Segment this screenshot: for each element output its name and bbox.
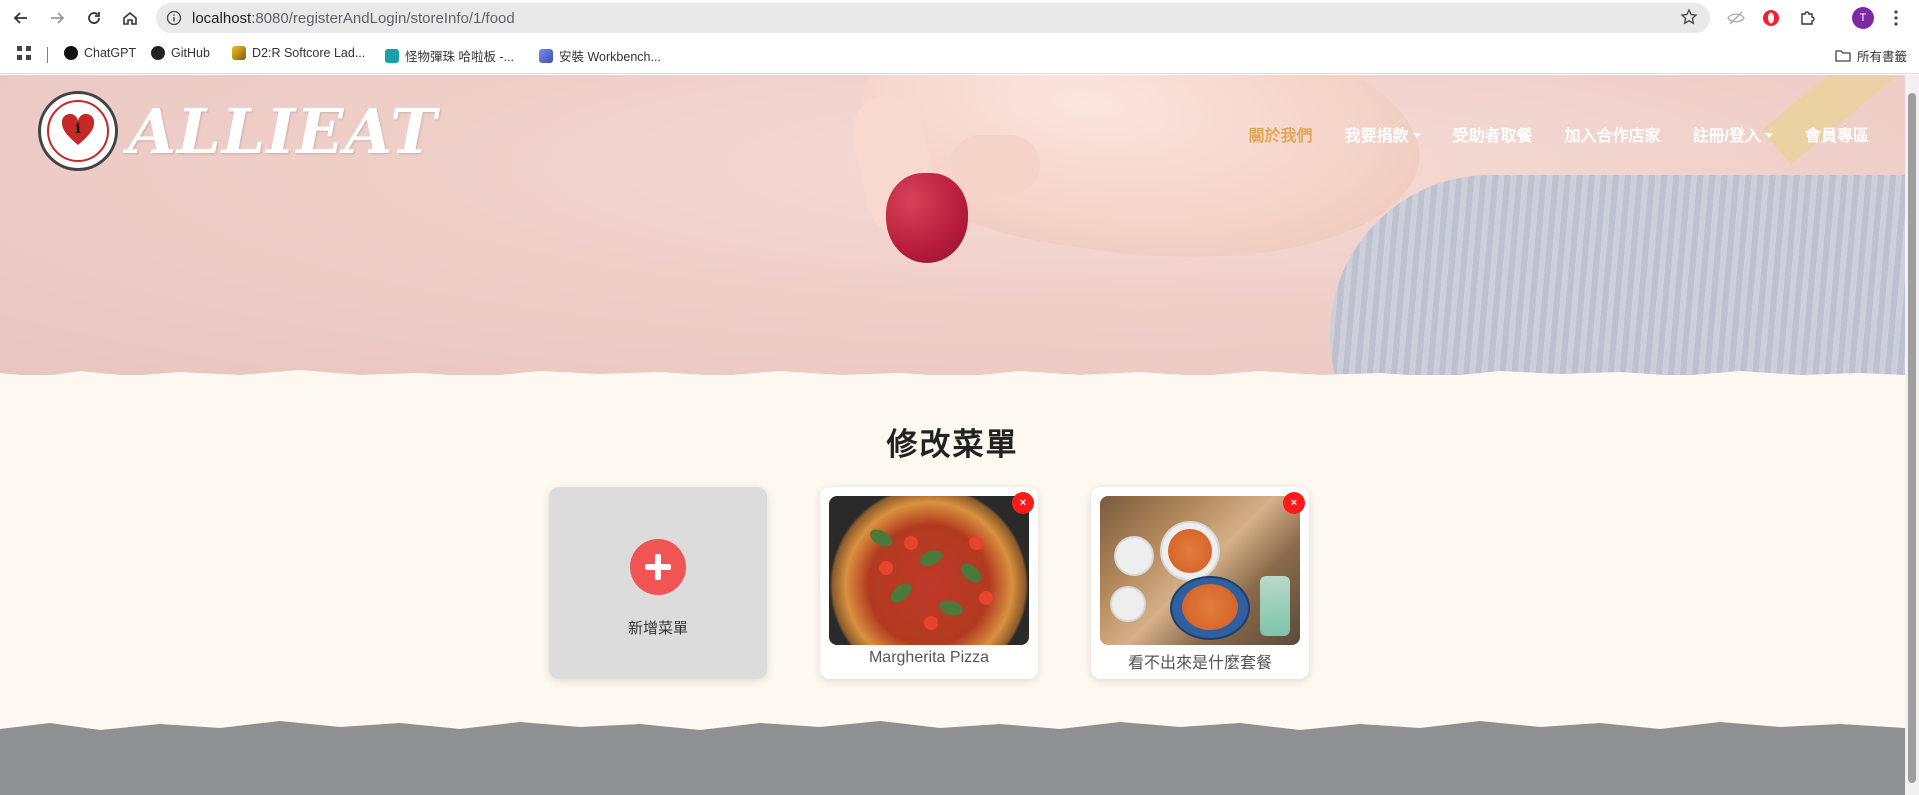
caret-down-icon — [1764, 132, 1773, 138]
page-scrollbar[interactable] — [1905, 75, 1919, 795]
browser-toolbar: localhost:8080/registerAndLogin/storeInf… — [0, 0, 1919, 36]
monster-strike-icon — [385, 48, 399, 63]
add-plus-icon[interactable] — [630, 539, 686, 595]
bookmark-label: GitHub — [171, 46, 210, 60]
main-nav: 關於我們 我要捐款 受助者取餐 加入合作店家 註冊/登入 會員專區 — [1232, 122, 1885, 146]
home-icon[interactable] — [119, 7, 141, 29]
bookmarks-bar: ChatGPT GitHub D2:R Softcore Lad... 怪物彈珠… — [0, 36, 1919, 74]
nav-label: 我要捐款 — [1344, 128, 1409, 145]
eye-off-icon[interactable] — [1725, 7, 1747, 29]
extensions-puzzle-icon[interactable] — [1797, 7, 1819, 29]
menu-item-card[interactable]: × Margherita Pizza — [820, 487, 1038, 679]
bookmark-monster-strike[interactable]: 怪物彈珠 哈啦板 -... — [385, 46, 514, 65]
url-path: :8080/registerAndLogin/storeInfo/1/food — [251, 10, 515, 27]
page-title: 修改菜單 — [886, 427, 1019, 462]
profile-avatar[interactable]: T — [1852, 7, 1874, 29]
all-bookmarks-label: 所有書籤 — [1857, 50, 1908, 64]
bookmark-star-icon[interactable] — [1680, 8, 1698, 31]
nav-label: 加入合作店家 — [1564, 128, 1661, 145]
menu-item-name: 看不出來是什麼套餐 — [1127, 655, 1272, 672]
nav-label: 註冊/登入 — [1692, 128, 1761, 145]
pizza-image — [829, 496, 1029, 645]
bookmark-chatgpt[interactable]: ChatGPT — [64, 46, 136, 60]
back-icon[interactable] — [10, 7, 32, 29]
profile-initial: T — [1852, 7, 1874, 29]
forward-icon[interactable] — [46, 7, 68, 29]
page-viewport: i ALLIEAT 關於我們 我要捐款 受助者取餐 加入合作店家 註冊/登入 會… — [0, 75, 1905, 795]
logo-badge-icon: i — [38, 91, 118, 171]
meal-set-image — [1100, 496, 1300, 645]
nav-about[interactable]: 關於我們 — [1232, 122, 1328, 146]
apps-grid-icon[interactable] — [17, 46, 31, 60]
hero-gold-shape — [1761, 75, 1899, 165]
nav-member-area[interactable]: 會員專區 — [1789, 122, 1885, 146]
opera-icon[interactable] — [1760, 7, 1782, 29]
github-icon — [151, 46, 165, 60]
caret-down-icon — [1412, 132, 1421, 138]
menu-dots-icon[interactable] — [1885, 7, 1907, 29]
menu-item-name: Margherita Pizza — [868, 649, 990, 666]
bookmark-workbench[interactable]: 安裝 Workbench... — [539, 46, 661, 65]
nav-recipient-pickup[interactable]: 受助者取餐 — [1437, 122, 1549, 146]
folder-icon — [1835, 50, 1851, 62]
d2r-icon — [232, 46, 246, 60]
add-menu-label: 新增菜單 — [627, 620, 688, 637]
nav-register-login[interactable]: 註冊/登入 — [1677, 122, 1789, 146]
hero-finger-art — [950, 135, 1040, 195]
bookmark-github[interactable]: GitHub — [151, 46, 210, 60]
svg-text:i: i — [75, 121, 80, 137]
nav-label: 關於我們 — [1248, 128, 1313, 145]
menu-item-card[interactable]: × 看不出來是什麼套餐 — [1091, 487, 1309, 679]
footer-torn-edge — [0, 721, 1905, 795]
url-text: localhost:8080/registerAndLogin/storeInf… — [192, 10, 515, 27]
add-menu-card[interactable]: 新增菜單 — [549, 487, 767, 679]
bookmark-label: D2:R Softcore Lad... — [252, 46, 366, 60]
logo-wordmark: ALLIEAT — [128, 94, 438, 168]
delete-item-button[interactable]: × — [1283, 492, 1305, 514]
address-bar[interactable]: localhost:8080/registerAndLogin/storeInf… — [156, 3, 1710, 33]
nav-label: 受助者取餐 — [1452, 128, 1533, 145]
raspberry-image — [886, 173, 968, 263]
scrollbar-thumb[interactable] — [1908, 93, 1916, 783]
bookmark-d2r[interactable]: D2:R Softcore Lad... — [232, 46, 365, 60]
site-info-icon[interactable] — [166, 10, 182, 31]
hero-sleeve-art — [1330, 175, 1905, 375]
nav-donate[interactable]: 我要捐款 — [1328, 122, 1436, 146]
bookmark-label: 安裝 Workbench... — [559, 50, 661, 64]
bookmark-label: ChatGPT — [84, 46, 137, 60]
nav-label: 會員專區 — [1804, 128, 1869, 145]
delete-item-button[interactable]: × — [1012, 492, 1034, 514]
torn-edge-divider — [0, 370, 1905, 393]
bookmark-label: 怪物彈珠 哈啦板 -... — [405, 50, 515, 64]
bookmarks-divider — [47, 47, 48, 63]
nav-join-partner[interactable]: 加入合作店家 — [1549, 122, 1677, 146]
chatgpt-icon — [64, 46, 78, 60]
reload-icon[interactable] — [83, 7, 105, 29]
url-host: localhost — [192, 10, 252, 27]
hero-banner: i ALLIEAT 關於我們 我要捐款 受助者取餐 加入合作店家 註冊/登入 會… — [0, 75, 1905, 375]
all-bookmarks-folder[interactable]: 所有書籤 — [1835, 46, 1907, 65]
site-logo[interactable]: i ALLIEAT — [38, 91, 437, 171]
workbench-icon — [539, 48, 553, 63]
